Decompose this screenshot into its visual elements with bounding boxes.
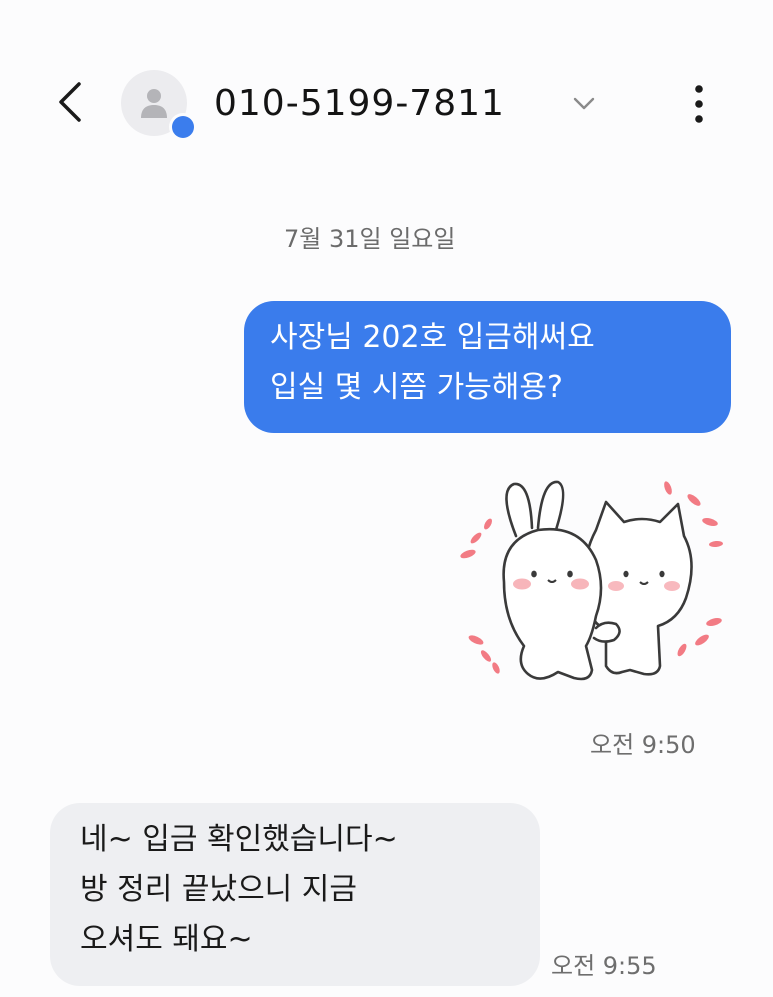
message-timestamp: 오전 9:55 <box>551 952 657 980</box>
outgoing-message-bubble[interactable]: 사장님 202호 입금해써요 입실 몇 시쯤 가능해용? <box>244 301 731 433</box>
chevron-left-icon <box>59 82 81 122</box>
conversation-header: 010-5199-7811 <box>0 0 773 200</box>
contact-name[interactable]: 010-5199-7811 <box>214 80 505 128</box>
avatar-chat-badge <box>169 113 197 141</box>
date-divider: 7월 31일 일요일 <box>284 225 456 253</box>
incoming-message-bubble[interactable]: 네~ 입금 확인했습니다~ 방 정리 끝났으니 지금 오셔도 돼요~ <box>50 803 540 986</box>
chevron-down-icon <box>573 97 595 110</box>
back-button[interactable] <box>44 74 96 130</box>
hugging-bunny-cat-sticker[interactable] <box>446 470 736 692</box>
more-options-button[interactable] <box>676 76 722 132</box>
more-vertical-icon <box>695 85 703 123</box>
message-timestamp: 오전 9:50 <box>590 731 696 759</box>
sticker-image <box>460 480 723 681</box>
contact-dropdown-button[interactable] <box>566 88 602 120</box>
person-icon <box>141 89 167 118</box>
